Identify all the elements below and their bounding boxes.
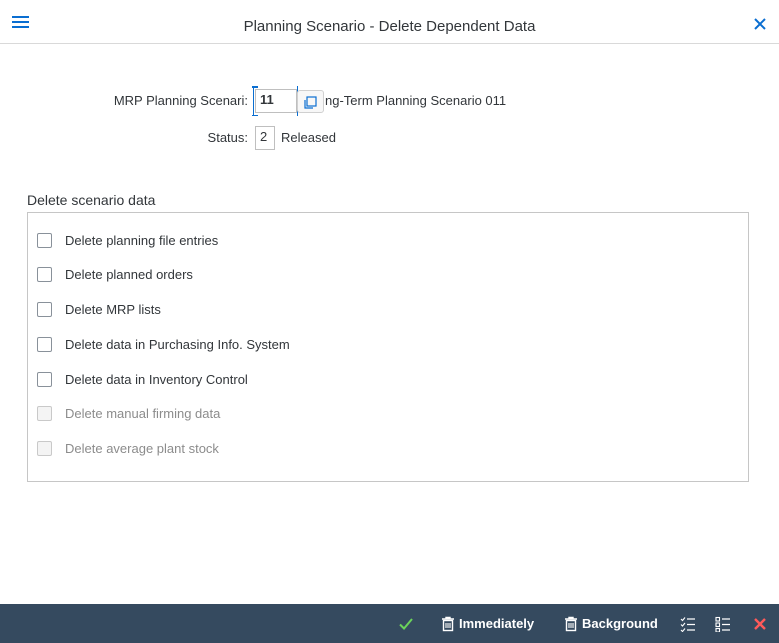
option-label: Delete manual firming data bbox=[65, 405, 221, 421]
option-delete-planning-file-entries[interactable]: Delete planning file entries bbox=[37, 231, 218, 249]
checkmark-icon bbox=[399, 617, 413, 630]
deselect-all-button[interactable] bbox=[715, 604, 731, 643]
background-label: Background bbox=[582, 616, 658, 631]
option-label: Delete data in Purchasing Info. System bbox=[65, 336, 290, 352]
option-delete-manual-firming-data: Delete manual firming data bbox=[37, 404, 220, 422]
trash-icon bbox=[442, 616, 454, 631]
immediately-label: Immediately bbox=[459, 616, 535, 631]
checkbox[interactable] bbox=[37, 336, 52, 352]
option-label: Delete data in Inventory Control bbox=[65, 371, 248, 387]
checkbox[interactable] bbox=[37, 301, 52, 317]
option-delete-mrp-lists[interactable]: Delete MRP lists bbox=[37, 300, 161, 318]
cancel-button[interactable] bbox=[753, 604, 767, 643]
section-title: Delete scenario data bbox=[27, 192, 156, 208]
checkbox[interactable] bbox=[37, 266, 52, 282]
checkbox[interactable] bbox=[37, 371, 52, 387]
option-label: Delete MRP lists bbox=[65, 301, 161, 317]
scenario-input-focus bbox=[252, 86, 298, 116]
status-field: 2 bbox=[255, 126, 275, 150]
option-delete-inventory-control[interactable]: Delete data in Inventory Control bbox=[37, 370, 248, 388]
delete-immediately-button[interactable]: Immediately bbox=[441, 604, 534, 643]
scenario-label: MRP Planning Scenari: bbox=[113, 93, 248, 108]
dialog-title: Planning Scenario - Delete Dependent Dat… bbox=[243, 18, 536, 35]
cancel-icon bbox=[754, 617, 766, 630]
copy-icon bbox=[304, 96, 317, 109]
deselect-all-icon bbox=[715, 616, 730, 632]
value-help-button[interactable] bbox=[297, 90, 324, 113]
select-all-button[interactable] bbox=[680, 604, 696, 643]
checkbox-disabled bbox=[37, 405, 52, 421]
select-all-icon bbox=[680, 616, 695, 632]
footer-toolbar: Immediately Background bbox=[0, 604, 779, 643]
close-icon[interactable] bbox=[753, 17, 767, 31]
option-delete-planned-orders[interactable]: Delete planned orders bbox=[37, 265, 193, 283]
option-label: Delete planned orders bbox=[65, 266, 193, 282]
option-label: Delete planning file entries bbox=[65, 232, 219, 248]
title-bar: Planning Scenario - Delete Dependent Dat… bbox=[0, 0, 779, 44]
checkbox[interactable] bbox=[37, 232, 52, 248]
delete-background-button[interactable]: Background bbox=[564, 604, 658, 643]
option-label: Delete average plant stock bbox=[65, 440, 219, 456]
status-text: Released bbox=[281, 130, 336, 145]
status-label: Status: bbox=[207, 130, 248, 145]
confirm-button[interactable] bbox=[398, 604, 414, 643]
checkbox-disabled bbox=[37, 440, 52, 456]
option-delete-average-plant-stock: Delete average plant stock bbox=[37, 439, 219, 457]
option-delete-purchasing-info-system[interactable]: Delete data in Purchasing Info. System bbox=[37, 335, 290, 353]
scenario-description: ng-Term Planning Scenario 011 bbox=[325, 93, 507, 108]
trash-icon bbox=[565, 616, 577, 631]
